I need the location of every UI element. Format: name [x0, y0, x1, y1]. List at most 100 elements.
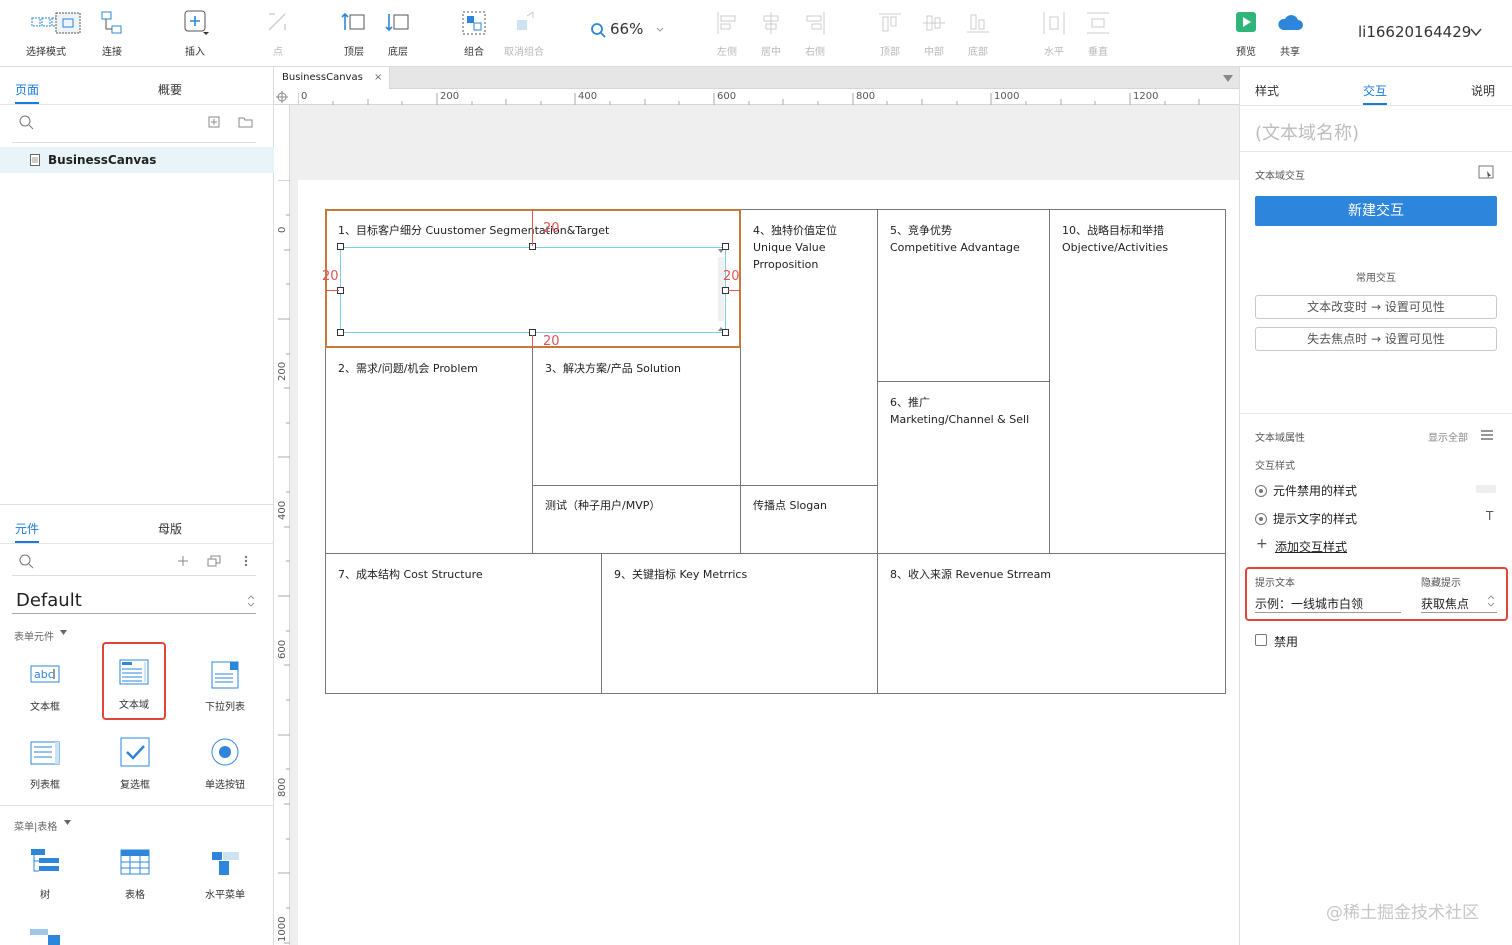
tab-style[interactable]: 样式	[1255, 82, 1279, 99]
textarea-widget[interactable]	[340, 247, 726, 333]
horizontal-ruler[interactable]: 0 200 400 600 800 1000 1200	[274, 89, 1239, 105]
canvas-page[interactable]: 1、目标客户细分 Cuustomer Segmentation&Target 4…	[298, 180, 1239, 945]
style-radio-icon	[1255, 513, 1267, 525]
add-folder-icon[interactable]	[238, 116, 253, 128]
quick-interaction-blur[interactable]: 失去焦点时 → 设置可见性	[1255, 327, 1497, 351]
tab-notes[interactable]: 说明	[1471, 82, 1495, 99]
add-icon[interactable]: +	[1256, 536, 1268, 552]
widget-dropdown[interactable]: 下拉列表	[193, 650, 257, 722]
interaction-editor-icon[interactable]	[1478, 165, 1494, 179]
add-interaction-style-link[interactable]: 添加交互样式	[1275, 538, 1347, 555]
select-stepper-icon[interactable]	[1486, 593, 1496, 609]
right-panel: 样式 交互 说明 (文本域名称) 文本域交互 新建交互 常用交互 文本改变时 →…	[1239, 67, 1512, 945]
menu-icon[interactable]	[1480, 429, 1494, 441]
widget-radio[interactable]: 单选按钮	[193, 728, 257, 800]
widget-checkbox[interactable]: 复选框	[103, 728, 167, 800]
align-bottom-button[interactable]: 底部	[946, 8, 1010, 60]
cell-objectives-text: 10、战略目标和举措 Objective/Activities	[1062, 224, 1169, 254]
library-select[interactable]: Default	[16, 590, 82, 611]
user-account[interactable]: li16620164429	[1358, 23, 1471, 41]
tab-list-chevron-icon[interactable]	[1223, 75, 1233, 82]
cell-problem[interactable]	[325, 347, 533, 554]
hint-style-row[interactable]: 提示文字的样式	[1255, 510, 1357, 527]
show-all-link[interactable]: 显示全部	[1428, 429, 1468, 444]
resize-handle[interactable]	[722, 243, 729, 250]
connect-button[interactable]: 连接	[80, 8, 144, 60]
document-tab[interactable]: BusinessCanvas ×	[274, 67, 390, 89]
textarea-interaction-title: 文本域交互	[1255, 171, 1305, 182]
cell-mvp-test-text: 测试（种子用户/MVP）	[545, 499, 661, 512]
spacing-guide-bottom	[532, 335, 533, 347]
distribute-vertical-button[interactable]: 垂直	[1066, 8, 1130, 60]
quick-interaction-text-change[interactable]: 文本改变时 → 设置可见性	[1255, 295, 1497, 319]
search-underline	[12, 142, 256, 143]
widget-label: 表格	[125, 890, 145, 901]
insert-button[interactable]: 插入	[163, 8, 227, 60]
vertical-menu-icon[interactable]	[29, 927, 61, 945]
add-library-icon[interactable]	[177, 555, 189, 567]
disabled-style-row[interactable]: 元件禁用的样式	[1255, 482, 1357, 499]
cell-objectives[interactable]	[1049, 209, 1226, 554]
spacing-guide-right	[728, 290, 740, 291]
widget-textarea[interactable]: 文本域	[102, 642, 166, 720]
ruler-label: 0	[277, 226, 288, 233]
text-style-icon[interactable]: T	[1486, 509, 1493, 523]
cell-competitive-advantage-text: 5、竞争优势 Competitive Advantage	[890, 224, 1020, 254]
page-item-businesscanvas[interactable]: BusinessCanvas	[0, 147, 274, 173]
canvas-area[interactable]: BusinessCanvas × 0 200 400 600 800 1000 …	[274, 67, 1239, 945]
library-stepper-icon[interactable]	[246, 593, 256, 609]
bottom-layer-button[interactable]: 底层	[366, 8, 430, 60]
hide-hint-select[interactable]: 获取焦点	[1421, 595, 1469, 612]
share-button[interactable]: 共享	[1258, 8, 1322, 60]
library-copy-icon[interactable]	[207, 555, 221, 567]
widget-horizontal-menu[interactable]: 水平菜单	[193, 838, 257, 910]
ruler-origin-icon[interactable]	[276, 91, 288, 103]
vertical-ruler[interactable]: 0 200 400 600 800 1000	[274, 105, 290, 945]
zoom-select[interactable]: 66%	[590, 20, 668, 40]
tab-widgets[interactable]: 元件	[15, 520, 40, 543]
tab-interaction[interactable]: 交互	[1363, 82, 1388, 105]
search-icon[interactable]	[18, 114, 34, 130]
widget-table[interactable]: 表格	[103, 838, 167, 910]
tab-pages[interactable]: 页面	[15, 81, 40, 104]
listbox-icon	[30, 741, 60, 765]
disabled-checkbox[interactable]	[1255, 634, 1267, 646]
new-interaction-button[interactable]: 新建交互	[1255, 196, 1497, 226]
zoom-search-icon	[591, 23, 606, 38]
interaction-style-title: 交互样式	[1255, 461, 1295, 472]
tab-masters[interactable]: 母版	[158, 520, 182, 537]
watermark: @稀土掘金技术社区	[1326, 903, 1479, 923]
resize-handle[interactable]	[337, 329, 344, 336]
widget-label: 树	[40, 890, 50, 901]
widget-search-icon[interactable]	[18, 553, 34, 569]
distribute-vertical-label: 垂直	[1088, 47, 1108, 58]
widget-name-input[interactable]: (文本域名称)	[1255, 119, 1359, 145]
share-label: 共享	[1280, 47, 1300, 58]
spacing-guide-left	[326, 290, 339, 291]
tab-outline[interactable]: 概要	[158, 81, 182, 98]
cell-slogan[interactable]	[740, 485, 878, 554]
resize-handle[interactable]	[337, 243, 344, 250]
panel-divider	[0, 504, 274, 505]
align-right-button[interactable]: 右侧	[783, 8, 847, 60]
caret-down-icon[interactable]	[64, 820, 71, 825]
widget-listbox[interactable]: 列表框	[13, 728, 77, 800]
more-options-icon[interactable]	[243, 555, 249, 567]
ungroup-button[interactable]: 取消组合	[492, 8, 556, 60]
close-icon[interactable]: ×	[374, 72, 382, 83]
chevron-down-icon[interactable]	[1470, 28, 1482, 37]
category-form[interactable]: 表单元件	[14, 628, 54, 643]
library-underline	[12, 613, 256, 614]
widget-tree[interactable]: 树	[13, 838, 77, 910]
select-contained-icon	[55, 12, 81, 34]
widget-textbox[interactable]: abc 文本框	[13, 650, 77, 722]
hint-text-input[interactable]: 示例：一线城市白领	[1255, 595, 1363, 612]
page-icon	[30, 154, 40, 166]
caret-down-icon[interactable]	[60, 630, 67, 635]
cell-mvp-test[interactable]	[532, 485, 741, 554]
resize-handle[interactable]	[722, 329, 729, 336]
add-page-icon[interactable]	[208, 116, 220, 128]
disabled-style-swatch[interactable]	[1476, 485, 1496, 493]
point-button[interactable]: 点	[246, 8, 310, 60]
category-menu[interactable]: 菜单|表格	[14, 818, 57, 833]
